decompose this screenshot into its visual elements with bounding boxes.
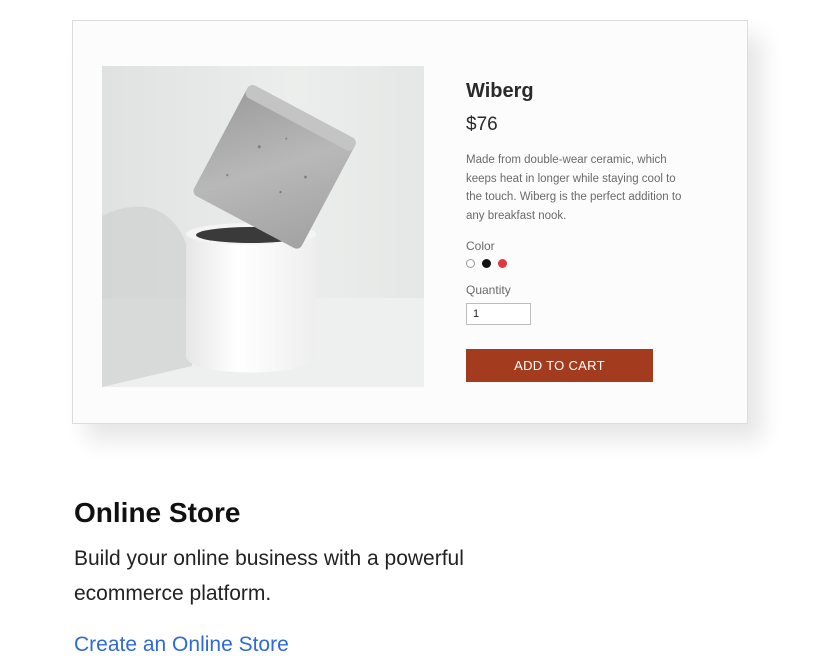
color-label: Color [466,239,495,253]
product-card: Wiberg $76 Made from double-wear ceramic… [72,20,748,424]
feature-description: Build your online business with a powerf… [74,547,464,605]
ceramic-pot-image [102,66,424,387]
product-image [102,66,424,387]
add-to-cart-button[interactable]: ADD TO CART [466,349,653,382]
quantity-label: Quantity [466,283,511,297]
quantity-input[interactable] [466,303,531,325]
color-swatches [466,259,686,268]
product-description: Made from double-wear ceramic, which kee… [466,154,682,222]
color-swatch-black[interactable] [482,259,491,268]
product-info: Wiberg $76 Made from double-wear ceramic… [466,79,686,382]
feature-title: Online Store [74,497,241,528]
color-swatch-red[interactable] [498,259,507,268]
product-name: Wiberg [466,80,534,102]
product-price: $76 [466,114,498,135]
create-online-store-link[interactable]: Create an Online Store [74,630,289,660]
color-swatch-white[interactable] [466,259,475,268]
